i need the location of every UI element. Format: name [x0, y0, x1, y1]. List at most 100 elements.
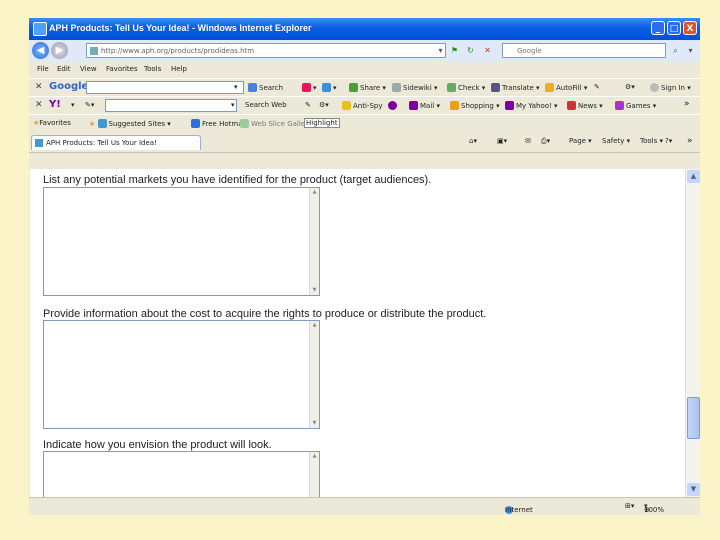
menu-edit[interactable]: Edit	[57, 65, 71, 73]
search-web-button[interactable]: Search Web	[245, 101, 287, 109]
plus-button[interactable]: ▾	[322, 83, 337, 92]
browser-window: APH Products: Tell Us Your Idea! - Windo…	[29, 18, 700, 515]
highlight-button[interactable]: Highlight	[304, 118, 340, 128]
google-search-button[interactable]: Search	[248, 83, 283, 92]
sign-in-button[interactable]: Sign In ▾	[650, 83, 691, 92]
question-markets: List any potential markets you have iden…	[43, 174, 432, 186]
address-dropdown-icon[interactable]: ▾	[434, 44, 447, 57]
favorites-button[interactable]: ★Favorites	[33, 119, 71, 127]
home-icon[interactable]: ⌂▾	[469, 137, 477, 145]
scroll-up-icon[interactable]: ▲	[311, 189, 318, 196]
settings-button[interactable]: ⚙▾	[625, 83, 635, 91]
safety-menu[interactable]: Safety ▾	[602, 137, 630, 145]
tab-title: APH Products: Tell Us Your Idea!	[46, 139, 157, 147]
menu-help[interactable]: Help	[171, 65, 187, 73]
page-scrollbar[interactable]: ▲ ▼	[685, 169, 700, 497]
page-menu[interactable]: Page ▾	[569, 137, 592, 145]
forward-icon[interactable]: ▶	[51, 42, 68, 59]
stop-icon[interactable]: ✕	[481, 44, 494, 57]
anti-spy-button[interactable]: Anti-Spy	[342, 101, 382, 110]
suggested-sites-link[interactable]: ★ Suggested Sites ▾	[89, 119, 171, 128]
sidewiki-icon	[392, 83, 401, 92]
my-yahoo-icon	[505, 101, 514, 110]
question-look: Indicate how you envision the product wi…	[43, 439, 272, 451]
menu-tools[interactable]: Tools	[144, 65, 161, 73]
textarea-scrollbar[interactable]: ▲	[309, 452, 319, 497]
search-input[interactable]: Google	[502, 43, 666, 58]
page-icon	[90, 47, 98, 55]
search-options-icon[interactable]: ▾	[684, 44, 697, 57]
yahoo-pencil-icon[interactable]: ✎▾	[85, 101, 94, 109]
web-slice-icon	[240, 119, 249, 128]
google-search-dropdown-icon[interactable]: ▾	[234, 83, 238, 91]
compat-icon[interactable]: ⚑	[448, 44, 461, 57]
back-icon[interactable]: ◀	[32, 42, 49, 59]
protected-mode-icon: ⊞▾	[625, 502, 635, 510]
free-hotmail-link[interactable]: Free Hotmail	[191, 119, 246, 128]
address-field[interactable]: http://www.aph.org/products/prodideas.ht…	[86, 43, 446, 58]
close-button[interactable]: X	[683, 21, 697, 35]
yahoo-search-input[interactable]	[105, 99, 237, 112]
web-slice-gallery-link[interactable]: Web Slice Gallery	[240, 119, 312, 128]
yahoo-menu-dropdown-icon[interactable]: ▾	[71, 101, 75, 109]
bookmarks-button[interactable]: ▾	[302, 83, 317, 92]
shopping-button[interactable]: Shopping ▾	[450, 101, 500, 110]
shopping-icon	[450, 101, 459, 110]
sidewiki-button[interactable]: Sidewiki ▾	[392, 83, 438, 92]
tools-menu[interactable]: Tools ▾	[640, 137, 663, 145]
news-button[interactable]: News ▾	[567, 101, 603, 110]
command-more-button[interactable]: »	[687, 136, 693, 146]
read-mail-icon[interactable]: ✉	[525, 137, 531, 145]
look-textarea[interactable]: ▲	[43, 451, 320, 497]
autofill-icon	[545, 83, 554, 92]
pencil-icon[interactable]: ✎	[594, 83, 600, 91]
yahoo-search-dropdown-icon[interactable]: ▾	[231, 101, 235, 109]
print-icon[interactable]: ⎙▾	[541, 137, 550, 146]
my-yahoo-button[interactable]: My Yahoo! ▾	[505, 101, 558, 110]
menu-bar: File Edit View Favorites Tools Help	[29, 62, 700, 78]
cost-textarea[interactable]: ▲ ▼	[43, 320, 320, 429]
autofill-button[interactable]: AutoFill ▾	[545, 83, 587, 92]
feeds-icon[interactable]: ▣▾	[497, 137, 507, 145]
scrollbar-thumb[interactable]	[687, 397, 700, 439]
yahoo-y-icon[interactable]	[388, 101, 399, 110]
share-button[interactable]: Share ▾	[349, 83, 386, 92]
news-icon	[567, 101, 576, 110]
scroll-up-icon[interactable]: ▲	[687, 170, 700, 183]
menu-file[interactable]: File	[37, 65, 49, 73]
zoom-control[interactable]: ⊕ 100% ▾	[644, 502, 664, 514]
yahoo-options-icon[interactable]: ⚙▾	[319, 101, 329, 109]
maximize-button[interactable]: □	[667, 21, 681, 35]
search-placeholder: Google	[517, 47, 542, 55]
translate-button[interactable]: Translate ▾	[491, 83, 540, 92]
yahoo-edit-icon[interactable]: ✎	[305, 101, 311, 109]
scroll-down-icon[interactable]: ▼	[311, 420, 318, 427]
scroll-down-icon[interactable]: ▼	[311, 287, 318, 294]
scroll-up-icon[interactable]: ▲	[311, 453, 318, 460]
menu-view[interactable]: View	[80, 65, 97, 73]
toolbar-more-button[interactable]: »	[684, 99, 690, 109]
minimize-button[interactable]: _	[651, 21, 665, 35]
status-bar: Internet ⊞▾ ⊕ 100% ▾	[29, 497, 700, 515]
search-icon[interactable]: ⌕	[669, 44, 682, 57]
ie-icon	[33, 22, 47, 36]
textarea-scrollbar[interactable]: ▲ ▼	[309, 188, 319, 295]
refresh-icon[interactable]: ↻	[464, 44, 477, 57]
help-icon[interactable]: ?▾	[665, 137, 672, 145]
mail-button[interactable]: Mail ▾	[409, 101, 440, 110]
markets-textarea[interactable]: ▲ ▼	[43, 187, 320, 296]
menu-favorites[interactable]: Favorites	[106, 65, 138, 73]
google-search-input[interactable]	[86, 81, 244, 94]
textarea-scrollbar[interactable]: ▲ ▼	[309, 321, 319, 428]
check-button[interactable]: Check ▾	[447, 83, 485, 92]
page-favicon	[35, 139, 43, 147]
close-toolbar-icon[interactable]: ✕	[35, 82, 43, 92]
games-button[interactable]: Games ▾	[615, 101, 656, 110]
games-icon	[615, 101, 624, 110]
tab-active[interactable]: APH Products: Tell Us Your Idea!	[31, 135, 201, 150]
scroll-up-icon[interactable]: ▲	[311, 322, 318, 329]
wrench-icon: ⚙	[625, 83, 632, 91]
close-toolbar-icon[interactable]: ✕	[35, 100, 43, 110]
title-bar: APH Products: Tell Us Your Idea! - Windo…	[29, 18, 700, 40]
scroll-down-icon[interactable]: ▼	[687, 483, 700, 496]
